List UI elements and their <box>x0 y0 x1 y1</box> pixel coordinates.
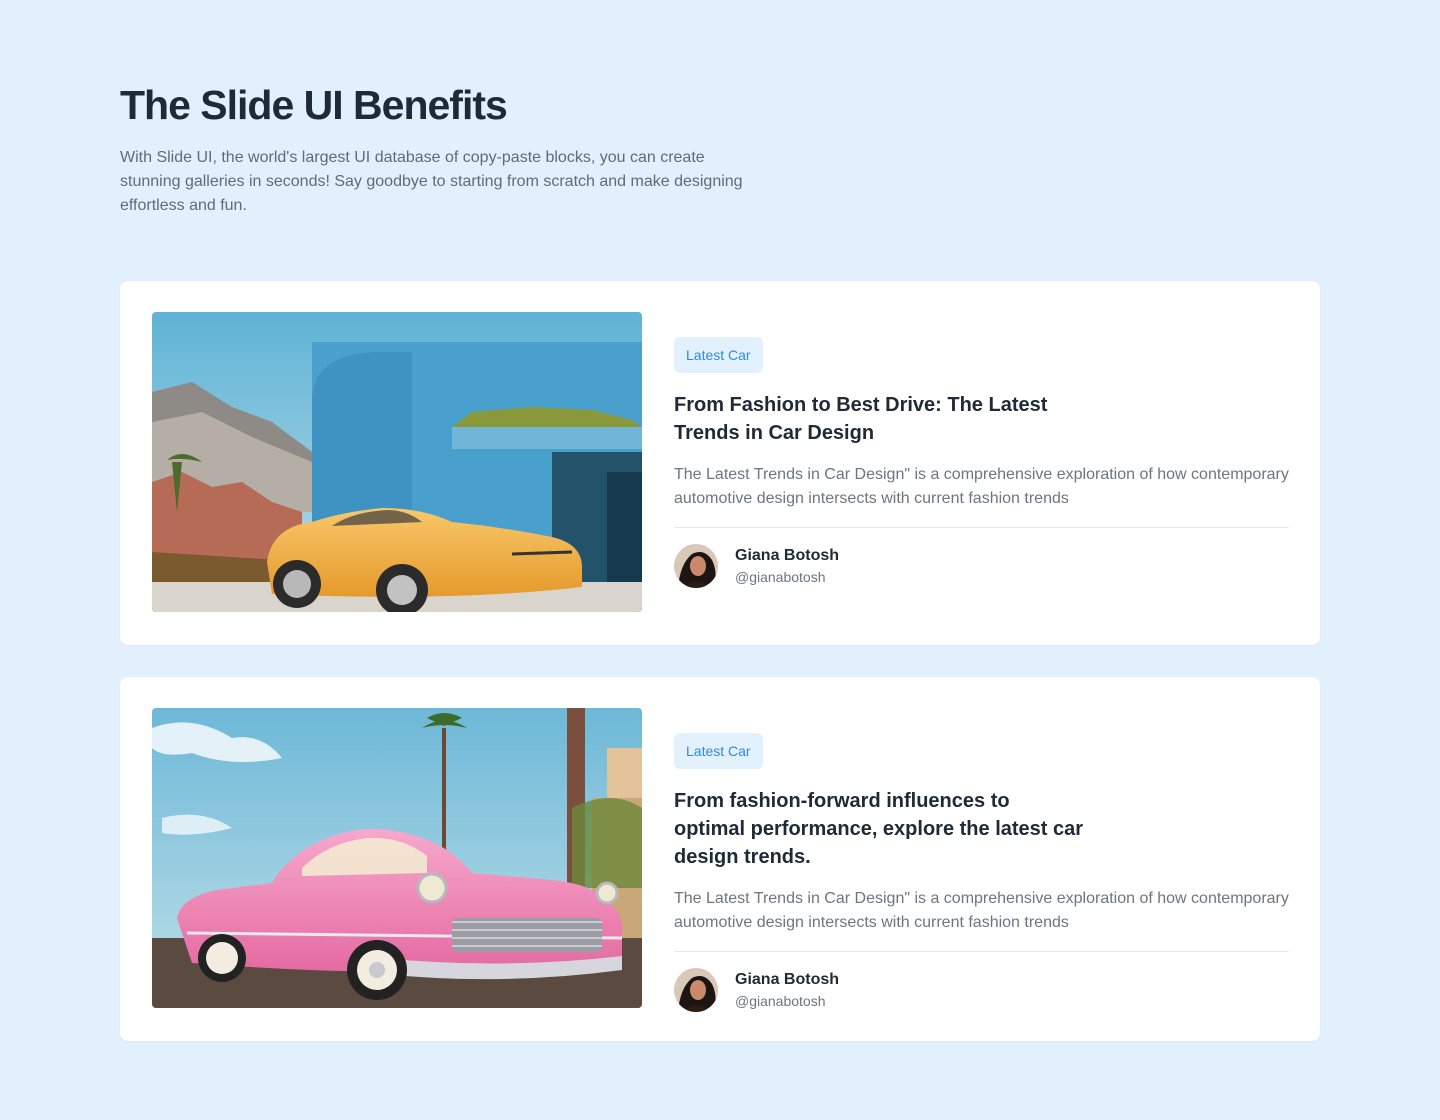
article-card[interactable]: Latest Car From fashion-forward influenc… <box>120 677 1320 1041</box>
card-title[interactable]: From Fashion to Best Drive: The Latest T… <box>674 391 1084 447</box>
avatar-image <box>674 544 718 588</box>
avatar[interactable] <box>674 968 718 1012</box>
card-image[interactable] <box>152 708 642 1008</box>
card-body: Latest Car From fashion-forward influenc… <box>674 733 1289 1012</box>
author-name: Giana Botosh <box>735 547 840 564</box>
divider <box>674 527 1289 528</box>
author-handle: @gianabotosh <box>735 993 826 1009</box>
author[interactable]: Giana Botosh @gianabotosh <box>674 544 1289 588</box>
category-tag[interactable]: Latest Car <box>674 733 763 769</box>
author[interactable]: Giana Botosh @gianabotosh <box>674 968 1289 1012</box>
card-body: Latest Car From Fashion to Best Drive: T… <box>674 337 1289 588</box>
page-subtitle: With Slide UI, the world's largest UI da… <box>120 149 743 214</box>
author-handle: @gianabotosh <box>735 569 826 585</box>
yellow-sports-car-image <box>152 312 642 612</box>
author-info: Giana Botosh @gianabotosh <box>735 545 839 587</box>
page: The Slide UI Benefits With Slide UI, the… <box>0 0 1440 1120</box>
page-title: The Slide UI Benefits <box>120 82 508 128</box>
category-tag[interactable]: Latest Car <box>674 337 763 373</box>
avatar[interactable] <box>674 544 718 588</box>
card-description: The Latest Trends in Car Design" is a co… <box>674 466 1289 507</box>
divider <box>674 951 1289 952</box>
avatar-image <box>674 968 718 1012</box>
author-info: Giana Botosh @gianabotosh <box>735 969 839 1011</box>
header: The Slide UI Benefits With Slide UI, the… <box>120 82 780 218</box>
pink-classic-car-image <box>152 708 642 1008</box>
article-card[interactable]: Latest Car From Fashion to Best Drive: T… <box>120 281 1320 645</box>
card-image[interactable] <box>152 312 642 612</box>
author-name: Giana Botosh <box>735 971 840 988</box>
card-description: The Latest Trends in Car Design" is a co… <box>674 890 1289 931</box>
card-title[interactable]: From fashion-forward influences to optim… <box>674 787 1084 871</box>
